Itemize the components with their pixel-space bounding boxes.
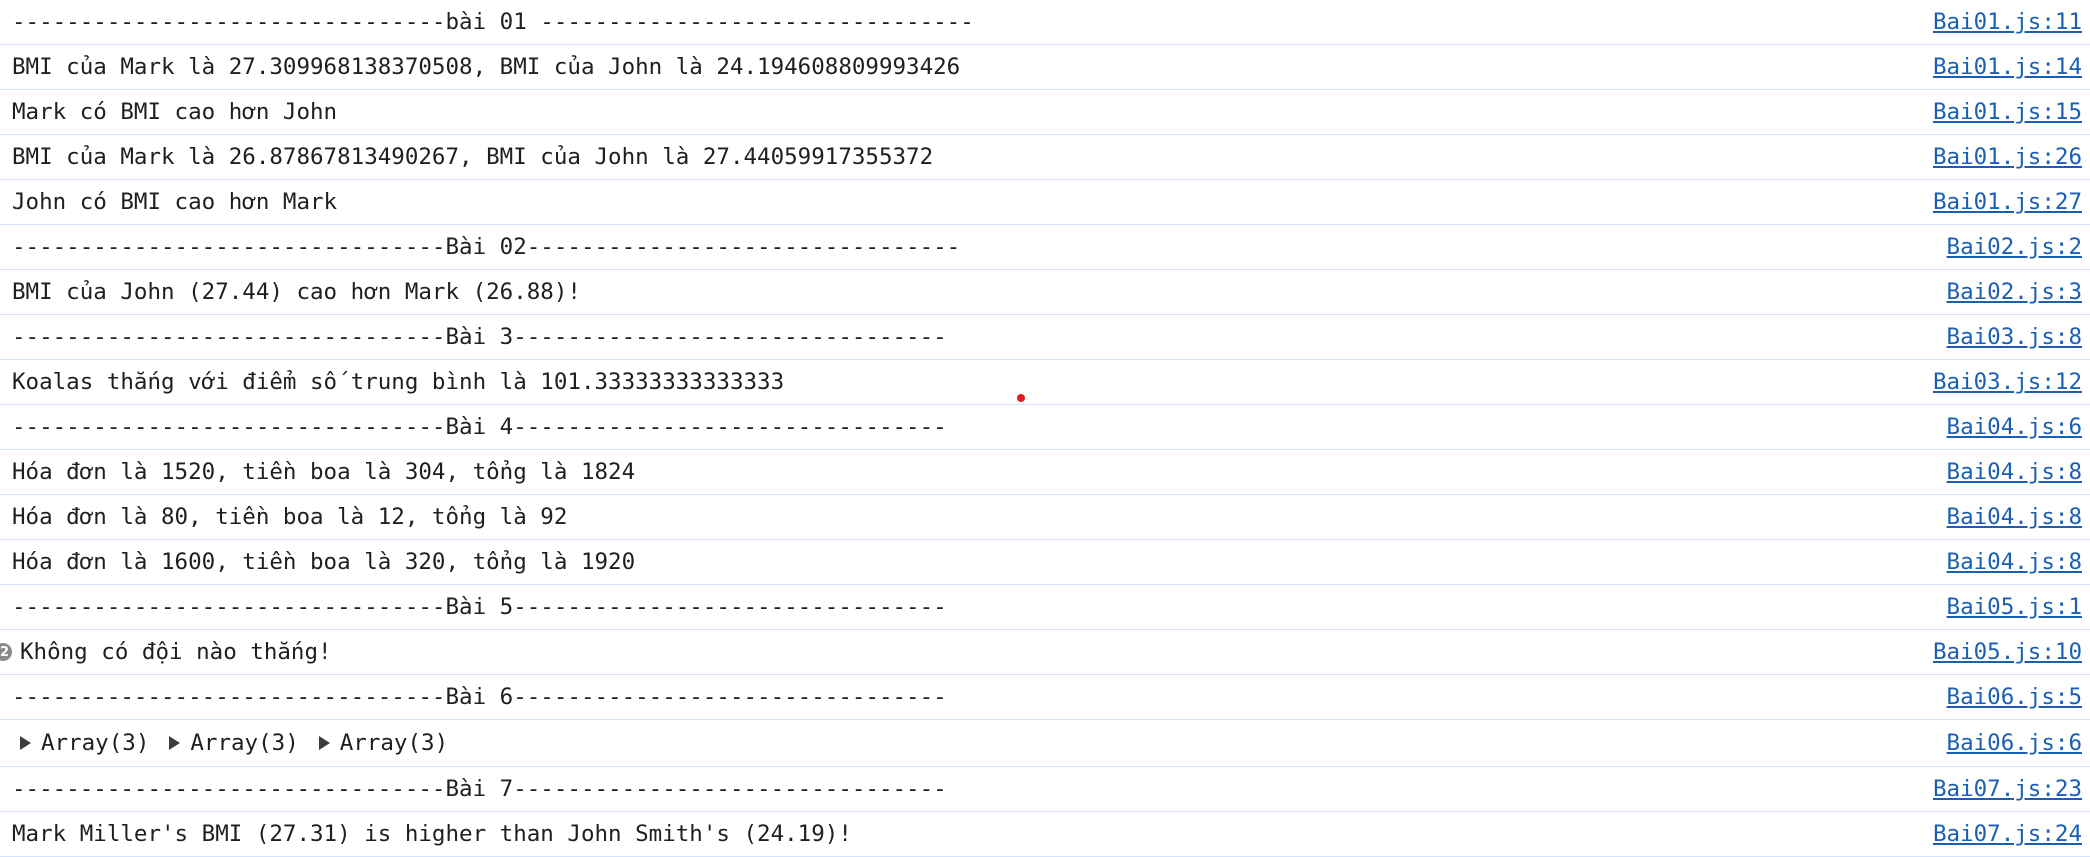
console-row: Hóa đơn là 80, tiền boa là 12, tổng là 9…	[0, 495, 2090, 540]
console-message: --------------------------------Bài 7---…	[12, 776, 947, 802]
source-link[interactable]: Bai01.js:14	[1933, 54, 2082, 80]
console-message: Hóa đơn là 1520, tiền boa là 304, tổng l…	[12, 459, 636, 485]
console-row: --------------------------------Bài 3---…	[0, 315, 2090, 360]
console-row: Mark Miller's BMI (27.31) is higher than…	[0, 812, 2090, 857]
console-row: Hóa đơn là 1600, tiền boa là 320, tổng l…	[0, 540, 2090, 585]
console-row: --------------------------------Bài 4---…	[0, 405, 2090, 450]
console-message: --------------------------------Bài 02--…	[12, 234, 961, 260]
console-row-repeated: 2 Không có đội nào thắng! Bai05.js:10	[0, 630, 2090, 675]
expand-triangle-icon	[20, 736, 31, 750]
source-link[interactable]: Bai06.js:6	[1947, 730, 2082, 756]
console-message: Mark có BMI cao hơn John	[12, 99, 338, 125]
console-message: Mark Miller's BMI (27.31) is higher than…	[12, 821, 852, 847]
console-row: Hóa đơn là 1520, tiền boa là 304, tổng l…	[0, 450, 2090, 495]
console-row: John có BMI cao hơn Mark Bai01.js:27	[0, 180, 2090, 225]
console-row: --------------------------------Bài 6---…	[0, 675, 2090, 720]
console-message: Koalas thắng với điểm số trung bình là 1…	[12, 369, 785, 395]
console-row: --------------------------------Bài 5---…	[0, 585, 2090, 630]
console-row: --------------------------------bài 01 -…	[0, 0, 2090, 45]
expand-triangle-icon	[169, 736, 181, 750]
console-message: Không có đội nào thắng!	[20, 639, 332, 665]
repeat-count-badge: 2	[0, 643, 12, 661]
source-link[interactable]: Bai04.js:8	[1947, 459, 2082, 485]
console-message: --------------------------------Bài 4---…	[12, 414, 947, 440]
source-link[interactable]: Bai01.js:11	[1933, 9, 2082, 35]
console-row: Mark có BMI cao hơn John Bai01.js:15	[0, 90, 2090, 135]
array-expander[interactable]: Array(3)	[20, 730, 149, 756]
array-label: Array(3)	[339, 730, 449, 756]
source-link[interactable]: Bai05.js:10	[1933, 639, 2082, 665]
console-panel: --------------------------------bài 01 -…	[0, 0, 2090, 857]
source-link[interactable]: Bai01.js:26	[1933, 144, 2082, 170]
source-link[interactable]: Bai01.js:15	[1933, 99, 2082, 125]
console-row: BMI của John (27.44) cao hơn Mark (26.88…	[0, 270, 2090, 315]
console-row: BMI của Mark là 27.309968138370508, BMI …	[0, 45, 2090, 90]
source-link[interactable]: Bai07.js:24	[1933, 821, 2082, 847]
console-row: Koalas thắng với điểm số trung bình là 1…	[0, 360, 2090, 405]
console-message: --------------------------------bài 01 -…	[12, 9, 974, 35]
array-label: Array(3)	[190, 730, 299, 756]
console-message: BMI của Mark là 27.309968138370508, BMI …	[12, 54, 961, 80]
source-link[interactable]: Bai04.js:8	[1947, 549, 2082, 575]
source-link[interactable]: Bai03.js:8	[1947, 324, 2082, 350]
console-message: Hóa đơn là 80, tiền boa là 12, tổng là 9…	[12, 504, 568, 530]
console-message: Hóa đơn là 1600, tiền boa là 320, tổng l…	[12, 549, 636, 575]
source-link[interactable]: Bai07.js:23	[1933, 776, 2082, 802]
console-message: --------------------------------Bài 5---…	[12, 594, 947, 620]
console-message: --------------------------------Bài 6---…	[12, 684, 947, 710]
array-label: Array(3)	[41, 730, 150, 756]
console-message: BMI của John (27.44) cao hơn Mark (26.88…	[12, 279, 581, 305]
source-link[interactable]: Bai05.js:1	[1947, 594, 2082, 620]
array-expander[interactable]: Array(3)	[169, 730, 299, 756]
array-expander[interactable]: Array(3)	[318, 730, 449, 756]
array-group: Array(3) Array(3) Array(3)	[20, 730, 468, 756]
console-message: --------------------------------Bài 3---…	[12, 324, 947, 350]
console-row: --------------------------------Bài 02--…	[0, 225, 2090, 270]
console-message: BMI của Mark là 26.87867813490267, BMI c…	[12, 144, 934, 170]
expand-triangle-icon	[318, 736, 330, 750]
console-row-arrays: Array(3) Array(3) Array(3) Bai06.js:6	[0, 720, 2090, 767]
console-message: John có BMI cao hơn Mark	[12, 189, 338, 215]
source-link[interactable]: Bai04.js:6	[1947, 414, 2082, 440]
cursor-dot	[1017, 394, 1025, 402]
console-row: BMI của Mark là 26.87867813490267, BMI c…	[0, 135, 2090, 180]
source-link[interactable]: Bai06.js:5	[1947, 684, 2082, 710]
source-link[interactable]: Bai02.js:3	[1947, 279, 2082, 305]
console-row: --------------------------------Bài 7---…	[0, 767, 2090, 812]
source-link[interactable]: Bai04.js:8	[1947, 504, 2082, 530]
source-link[interactable]: Bai03.js:12	[1933, 369, 2082, 395]
source-link[interactable]: Bai02.js:2	[1947, 234, 2082, 260]
source-link[interactable]: Bai01.js:27	[1933, 189, 2082, 215]
